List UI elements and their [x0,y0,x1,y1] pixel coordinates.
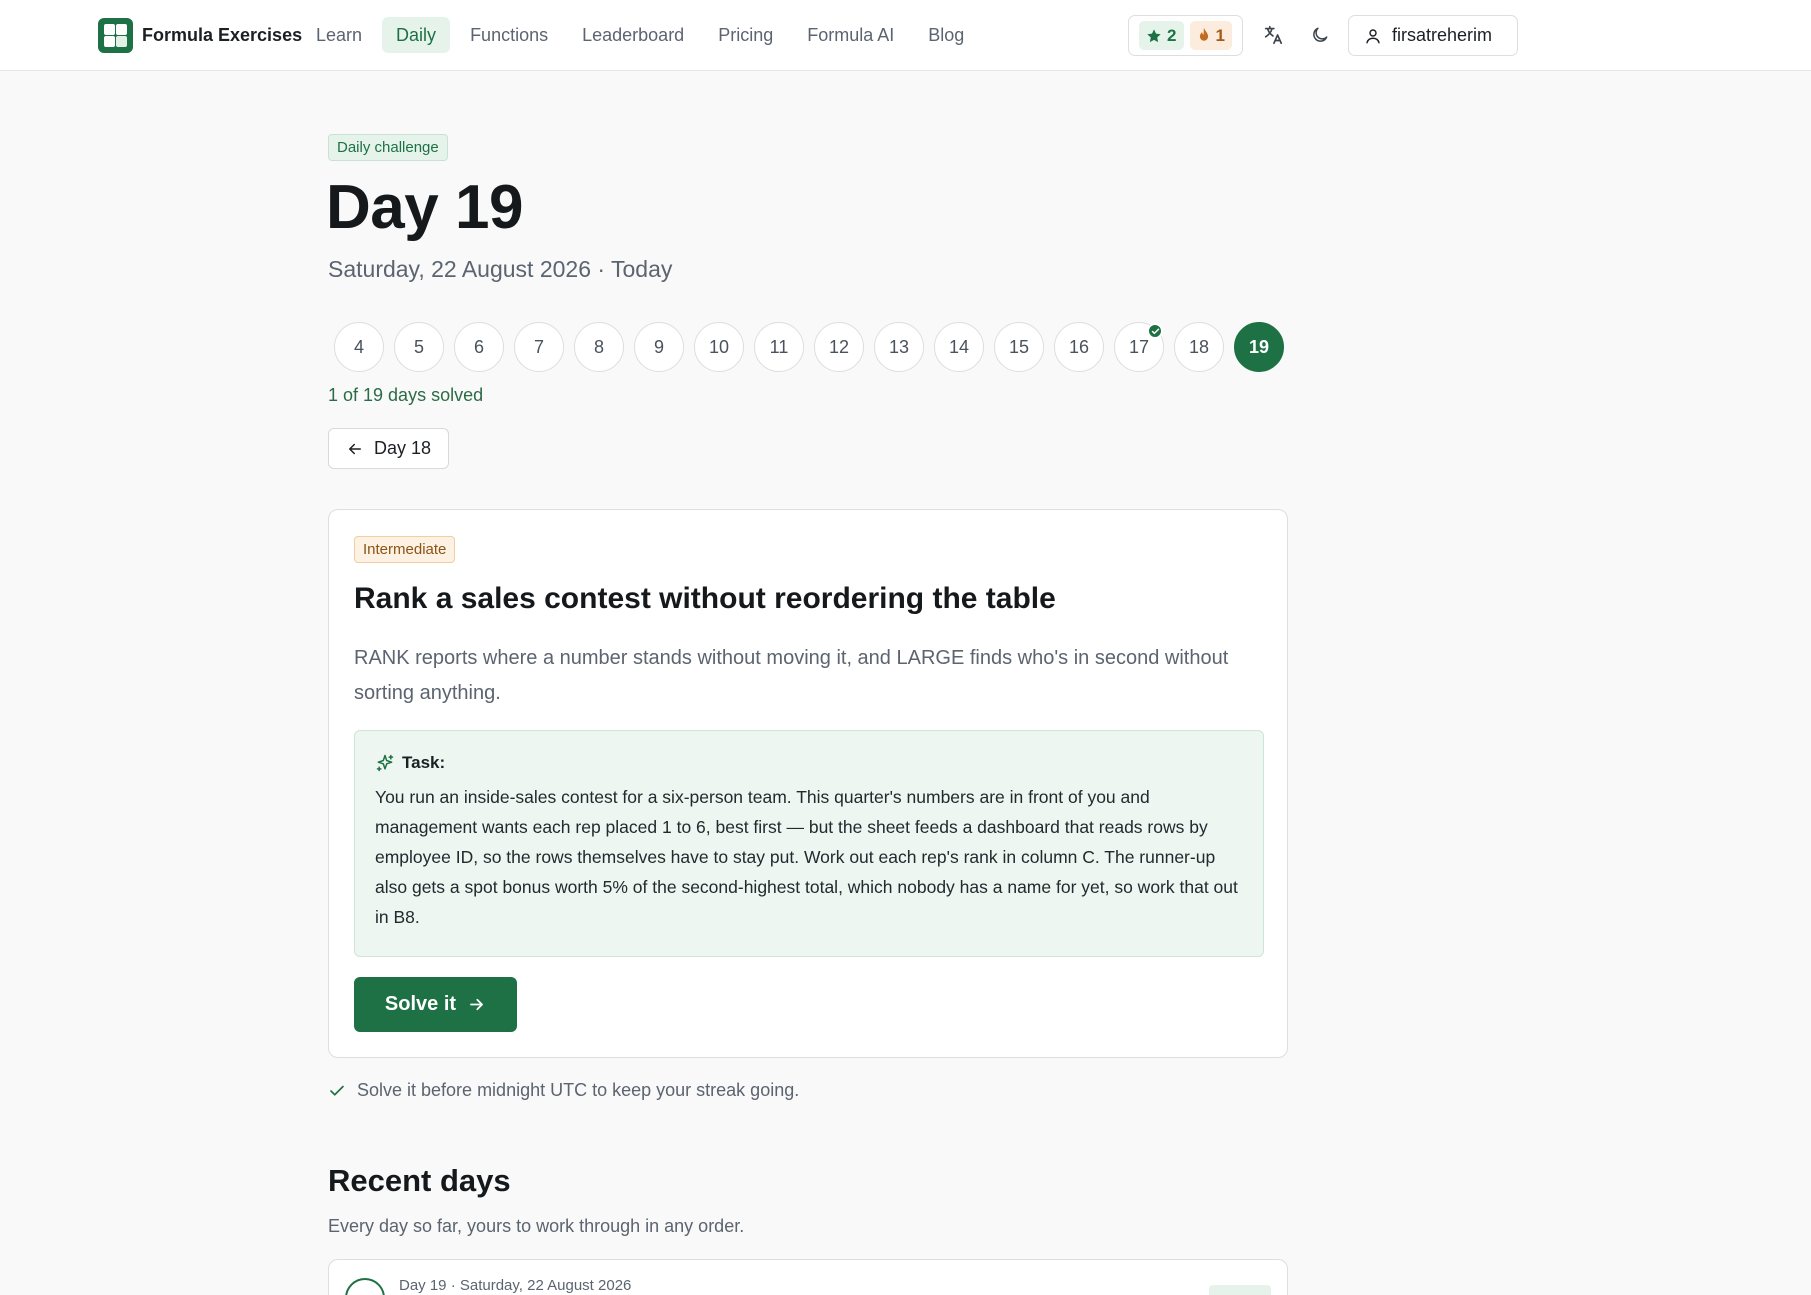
recent-days-subtitle: Every day so far, yours to work through … [328,1216,745,1236]
recent-day-item[interactable]: Day 19 · Saturday, 22 August 2026 [328,1259,1288,1295]
day-button-12[interactable]: 12 [814,322,864,372]
nav-blog[interactable]: Blog [914,17,978,53]
day-number: 8 [593,336,604,357]
day-button-16[interactable]: 16 [1054,322,1104,372]
day-button-14[interactable]: 14 [934,322,984,372]
streak-count: 1 [1215,25,1225,45]
arrow-left-icon [349,443,361,454]
day-number: 5 [413,336,424,357]
sparkle-icon [376,754,394,772]
day-selector[interactable]: 345678910111213141516171819 [328,321,1288,373]
day-number: 9 [653,336,664,357]
day-button-6[interactable]: 6 [454,322,504,372]
arrow-right-icon [470,998,483,1011]
day-button-10[interactable]: 10 [694,322,744,372]
day-number: 13 [888,336,910,357]
streak-note-text: Solve it before midnight UTC to keep you… [357,1080,800,1100]
brand-name: Formula Exercises [142,25,303,45]
day-button-19[interactable]: 19 [1234,322,1284,372]
logo-icon [98,18,133,53]
day-button-11[interactable]: 11 [754,322,804,372]
nav-daily[interactable]: Daily [382,17,451,53]
streak-note: Solve it before midnight UTC to keep you… [328,1080,799,1101]
solve-button-label: Solve it [384,993,457,1015]
day-number: 16 [1068,336,1090,357]
day-button-8[interactable]: 8 [574,322,624,372]
previous-day-button[interactable]: Day 18 [328,428,449,469]
day-number: 11 [769,336,789,357]
nav-learn[interactable]: Learn [302,17,376,53]
day-number: 17 [1128,336,1150,357]
stars-count: 2 [1167,25,1177,45]
day-button-5[interactable]: 5 [394,322,444,372]
solved-check-icon [1147,323,1163,339]
day-number: 6 [473,336,484,357]
username: firsatreherim [1392,25,1493,45]
nav-leaderboard[interactable]: Leaderboard [568,17,698,53]
challenge-card: Intermediate Rank a sales contest withou… [328,509,1288,1058]
recent-day-label: Day 19 · Saturday, 22 August 2026 [399,1277,632,1294]
day-button-17[interactable]: 17 [1114,322,1164,372]
top-navigation-bar: Formula Exercises Learn Daily Functions Lea… [0,0,1811,71]
star-icon [1147,28,1161,42]
day-button-4[interactable]: 4 [334,322,384,372]
brand-link[interactable]: Formula Exercises [98,18,302,53]
nav-functions[interactable]: Functions [456,17,562,53]
check-icon [330,1085,344,1096]
day-button-13[interactable]: 13 [874,322,924,372]
daily-challenge-badge: Daily challenge [328,134,448,161]
task-header: Task: [375,753,1243,773]
user-menu-button[interactable]: firsatreherim [1348,15,1518,56]
day-number: 15 [1008,336,1030,357]
day-number: 19 [1248,336,1270,357]
challenge-description: RANK reports where a number stands witho… [354,647,1229,704]
day-number: 4 [353,336,364,357]
recent-day-status-chip [1209,1285,1271,1295]
difficulty-badge: Intermediate [354,536,456,563]
challenge-title: Rank a sales contest without reordering … [354,582,1056,615]
day-number: 14 [948,336,970,357]
translate-icon [1264,25,1283,45]
progress-text: 1 of 19 days solved [328,385,484,405]
day-button-15[interactable]: 15 [994,322,1044,372]
day-track: 345678910111213141516171819 [328,322,1284,372]
task-text: You run an inside-sales contest for a si… [375,787,1238,927]
day-number: 18 [1188,336,1210,357]
day-number: 7 [533,336,544,357]
streak-badge: 1 [1189,21,1232,50]
user-icon [1366,28,1380,43]
flame-icon [1199,27,1208,41]
nav-formula-ai[interactable]: Formula AI [793,17,908,53]
day-number: 10 [708,336,730,357]
theme-toggle-button[interactable] [1303,18,1337,52]
stars-badge: 2 [1139,21,1184,50]
previous-day-label: Day 18 [374,438,432,458]
status-circle-icon [345,1278,385,1295]
day-button-18[interactable]: 18 [1174,322,1224,372]
nav-pricing[interactable]: Pricing [704,17,787,53]
page-subtitle: Saturday, 22 August 2026 · Today [328,256,673,282]
page-title: Day 19 [326,173,523,242]
day-number: 12 [828,336,850,357]
day-button-7[interactable]: 7 [514,322,564,372]
solve-button[interactable]: Solve it [354,977,517,1032]
language-button[interactable] [1256,18,1290,52]
user-stats[interactable]: 2 1 [1128,15,1243,56]
day-button-9[interactable]: 9 [634,322,684,372]
recent-days-title: Recent days [328,1163,511,1198]
main-nav: Learn Daily Functions Leaderboard Pricing For… [302,17,978,53]
task-box: Task: You run an inside-sales contest fo… [354,730,1264,957]
moon-icon [1313,27,1328,42]
task-label: Task: [402,753,446,772]
